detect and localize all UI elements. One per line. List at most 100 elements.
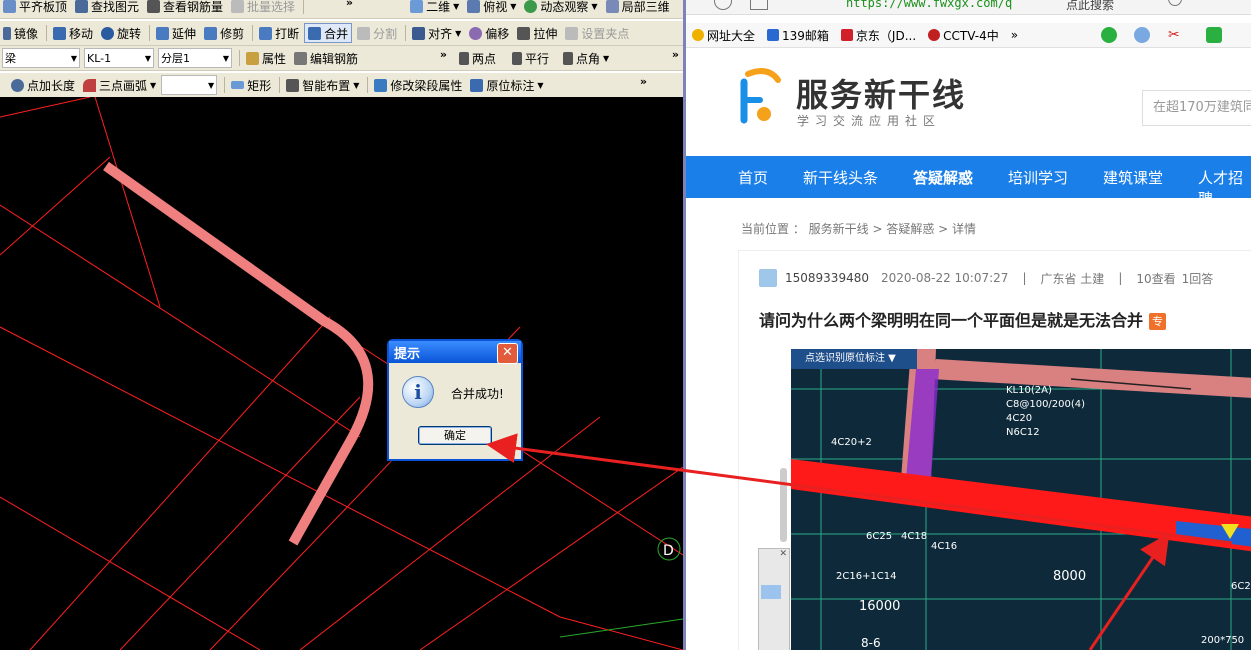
screenshot-menu-label: 点选识别原位标注 — [805, 353, 885, 364]
parallel-button[interactable]: 平行 — [509, 48, 552, 68]
smart-layout-icon — [286, 78, 300, 92]
offset-button[interactable]: 偏移 — [466, 23, 512, 43]
home-icon[interactable] — [750, 0, 768, 10]
align-icon — [412, 26, 426, 40]
set-grip-button[interactable]: 设置夹点 — [562, 23, 632, 43]
avatar[interactable] — [759, 269, 777, 287]
nav-home[interactable]: 首页 — [738, 167, 768, 188]
view-2d-dropdown[interactable]: 二维 ▼ — [407, 0, 462, 16]
toolbar-overflow-icon[interactable]: » — [440, 48, 447, 61]
rectangle-button[interactable]: 矩形 — [228, 75, 274, 95]
globe-icon — [692, 29, 704, 41]
question-title-text: 请问为什么两个梁明明在同一个平面但是就是无法合并 — [759, 311, 1144, 330]
nav-jobs[interactable]: 人才招聘 — [1198, 167, 1251, 209]
search-icon[interactable] — [1168, 0, 1182, 6]
in-situ-annotation-dropdown[interactable]: 原位标注 ▼ — [467, 75, 546, 95]
nav-classroom[interactable]: 建筑课堂 — [1103, 167, 1163, 188]
merge-button[interactable]: 合并 — [304, 23, 353, 43]
point-angle-dropdown[interactable]: 点角 ▼ — [560, 48, 612, 68]
bookmark-jd[interactable]: 京东（JD... — [840, 27, 917, 44]
button-label: 分割 — [373, 26, 398, 41]
element-name-select[interactable]: KL-1 ▼ — [84, 48, 154, 68]
align-dropdown[interactable]: 对齐 ▼ — [409, 23, 464, 43]
modify-beam-segment-button[interactable]: 修改梁段属性 — [371, 75, 465, 95]
question-user[interactable]: 15089339480 — [785, 271, 869, 285]
extension-icon[interactable] — [1206, 27, 1222, 43]
toolbar-row-3: 梁 ▼ KL-1 ▼ 分层1 ▼ 属性 编辑钢筋 » 两点 平行 点角 ▼ » — [0, 46, 683, 71]
minus-icon[interactable] — [1134, 27, 1150, 43]
beam-label: 4C20 — [1006, 413, 1032, 424]
logo-icon[interactable] — [738, 68, 784, 130]
local-3d-button[interactable]: 局部三维 — [603, 0, 673, 16]
chevron-down-icon: ▼ — [537, 80, 544, 90]
rotate-button[interactable]: 旋转 — [98, 23, 144, 43]
mirror-button[interactable]: 镜像 — [0, 23, 41, 43]
beam-segment-icon — [374, 78, 388, 92]
edit-rebar-button[interactable]: 编辑钢筋 — [291, 48, 361, 68]
extend-button[interactable]: 延伸 — [153, 23, 199, 43]
flush-slab-top-button[interactable]: 平齐板顶 — [0, 0, 70, 16]
button-label: 二维 — [426, 0, 451, 14]
bookmarks-overflow[interactable]: » — [1011, 28, 1018, 42]
split-button[interactable]: 分割 — [354, 23, 400, 43]
nav-training[interactable]: 培训学习 — [1008, 167, 1068, 188]
find-element-button[interactable]: 查找图元 — [72, 0, 142, 16]
refresh-icon[interactable] — [714, 0, 732, 10]
url-field[interactable]: https://www.fwxgx.com/q — [846, 0, 1012, 10]
element-type-select[interactable]: 梁 ▼ — [2, 48, 80, 68]
close-icon[interactable]: ✕ — [497, 343, 518, 364]
toolbar-overflow-icon[interactable]: » — [346, 0, 353, 9]
bookmark-cctv4[interactable]: CCTV-4中 — [928, 27, 999, 44]
toolbar-overflow-icon[interactable]: » — [672, 48, 679, 61]
merged-beam[interactable] — [103, 161, 374, 546]
screenshot-drawing: KL10(2A) C8@100/200(4) 4C20 N6C12 8000 1… — [791, 349, 1251, 650]
stretch-button[interactable]: 拉伸 — [514, 23, 560, 43]
view-rebar-quantity-button[interactable]: 查看钢筋量 — [144, 0, 226, 16]
separator — [224, 77, 226, 93]
move-button[interactable]: 移动 — [50, 23, 96, 43]
top-view-dropdown[interactable]: 俯视 ▼ — [464, 0, 519, 16]
toolbar-overflow-icon[interactable]: » — [640, 75, 647, 88]
three-point-arc-dropdown[interactable]: 三点画弧 ▼ — [80, 75, 159, 95]
close-icon[interactable]: ✕ — [779, 549, 787, 559]
question-views: 10查看 — [1136, 271, 1176, 286]
meta-separator: | — [1022, 271, 1027, 285]
select-value: 梁 — [5, 52, 16, 65]
question-location: 广东省 土建 — [1040, 271, 1105, 286]
two-points-button[interactable]: 两点 — [456, 48, 499, 68]
properties-button[interactable]: 属性 — [243, 48, 289, 68]
question-datetime: 2020-08-22 10:07:27 — [880, 271, 1009, 285]
site-name[interactable]: 服务新干线 — [796, 70, 966, 116]
floating-side-panel[interactable]: ✕ — [758, 548, 790, 650]
bookmark-label: 京东（JD... — [855, 28, 917, 43]
scissors-icon[interactable]: ✂ — [1168, 27, 1184, 43]
nav-headlines[interactable]: 新干线头条 — [803, 167, 878, 188]
dynamic-observe-dropdown[interactable]: 动态观察 ▼ — [521, 0, 600, 16]
nav-qa[interactable]: 答疑解惑 — [913, 167, 973, 188]
merge-icon — [308, 26, 322, 40]
bookmark-139-mail[interactable]: 139邮箱 — [767, 27, 829, 44]
button-label: 批量选择 — [247, 0, 296, 14]
button-label: 修剪 — [220, 26, 245, 41]
bookmark-hao123[interactable]: 网址大全 — [692, 27, 755, 44]
drawing-canvas[interactable]: D — [0, 97, 683, 650]
floor-select[interactable]: 分层1 ▼ — [158, 48, 232, 68]
chevron-down-icon: ▼ — [150, 80, 157, 90]
question-screenshot[interactable]: KL10(2A) C8@100/200(4) 4C20 N6C12 8000 1… — [791, 349, 1251, 650]
question-meta: 15089339480 2020-08-22 10:07:27 | 广东省 土建… — [759, 269, 1213, 287]
search-field[interactable]: 点此搜索 — [1066, 0, 1114, 13]
smart-layout-dropdown[interactable]: 智能布置 ▼ — [283, 75, 362, 95]
site-search-input[interactable]: 在超170万建筑同 — [1142, 90, 1251, 126]
ok-button[interactable]: 确定 — [418, 426, 492, 445]
wechat-icon[interactable] — [1101, 27, 1117, 43]
trim-button[interactable]: 修剪 — [201, 23, 247, 43]
point-add-length-button[interactable]: 点加长度 — [8, 75, 78, 95]
break-button[interactable]: 打断 — [256, 23, 302, 43]
rebar-label: 200*750 — [1201, 635, 1244, 646]
batch-select-button[interactable]: 批量选择 — [228, 0, 298, 16]
properties-icon — [246, 51, 259, 65]
scrollbar[interactable] — [780, 468, 787, 542]
jd-icon — [840, 29, 853, 41]
arc-value-select[interactable]: ▼ — [161, 75, 218, 95]
button-label: 平行 — [525, 51, 550, 66]
